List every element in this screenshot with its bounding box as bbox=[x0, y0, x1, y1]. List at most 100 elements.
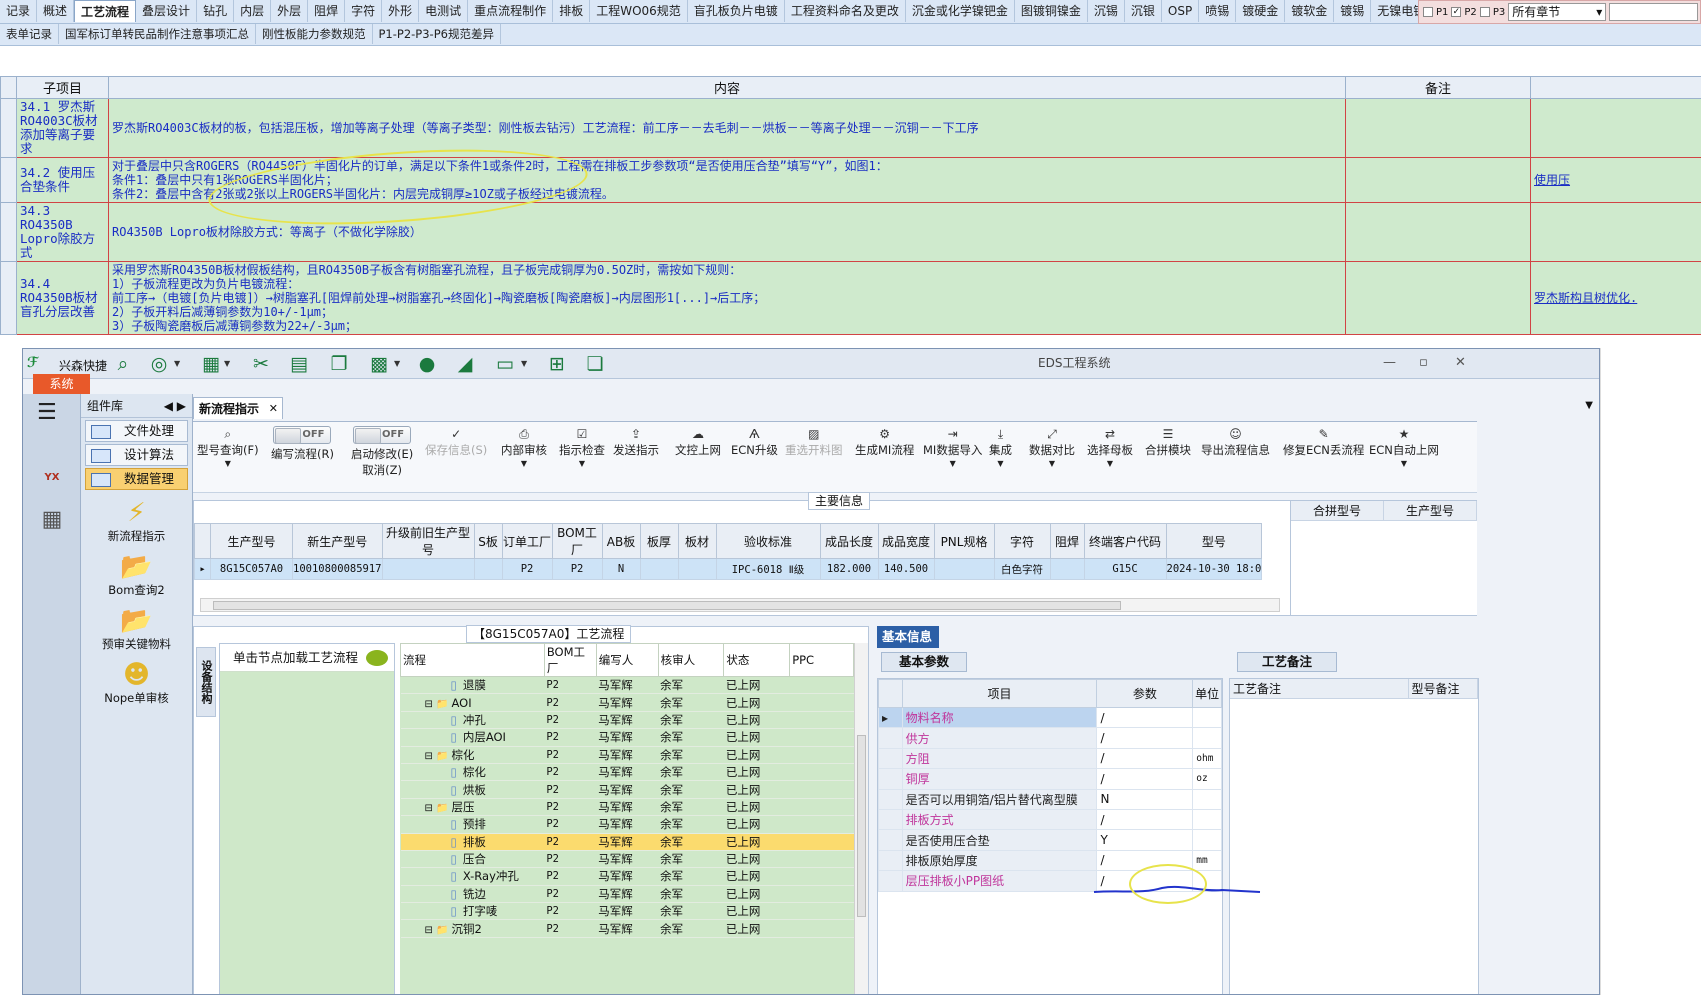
main-grid-col[interactable]: 成品长度 bbox=[819, 523, 879, 559]
grid-icon[interactable]: ▩ bbox=[367, 353, 391, 375]
main-grid-cell[interactable]: 182.000 bbox=[819, 558, 879, 580]
tree-row[interactable]: 冲孔P2马军辉余军已上网 bbox=[400, 711, 854, 730]
top-tab[interactable]: 工程WO06规范 bbox=[590, 0, 688, 22]
top-tab[interactable]: 工程资料命名及更改 bbox=[785, 0, 906, 22]
top-tab[interactable]: 沉锡 bbox=[1088, 0, 1125, 22]
tree-row[interactable]: 内层AOIP2马军辉余军已上网 bbox=[400, 728, 854, 747]
top-tab[interactable]: 概述 bbox=[37, 0, 75, 22]
p2-checkbox[interactable] bbox=[1451, 7, 1462, 17]
main-grid-cell[interactable]: 140.500 bbox=[877, 558, 935, 580]
params-row[interactable]: 方阻 / ohm bbox=[878, 747, 1222, 770]
main-grid-cell[interactable]: 8G15C057A0 bbox=[210, 558, 293, 580]
top-tab[interactable]: 排板 bbox=[553, 0, 591, 22]
chevron-down-icon[interactable]: ▼ bbox=[1087, 458, 1133, 470]
params-row[interactable]: 是否可以用铜箔/铝片替代离型膜 N bbox=[878, 788, 1222, 810]
ribbon-button[interactable]: ⤢ 数据对比 ▼ bbox=[1029, 426, 1075, 470]
main-grid-col[interactable]: BOM工厂 bbox=[551, 523, 603, 559]
spec-extra[interactable] bbox=[1530, 202, 1701, 262]
component-item[interactable]: 📂 预审关键物料 bbox=[81, 606, 192, 652]
main-grid-cell[interactable]: G15C bbox=[1083, 558, 1167, 580]
top-tab[interactable]: 喷锡 bbox=[1199, 0, 1237, 22]
monitor-icon[interactable]: ▭ bbox=[493, 353, 517, 375]
tab-basic-params[interactable]: 基本参数 bbox=[881, 652, 967, 672]
ribbon-button[interactable]: ☺ 导出流程信息 bbox=[1201, 426, 1270, 458]
params-row[interactable]: 供方 / bbox=[878, 727, 1222, 749]
doc-tabs-dropdown-icon[interactable]: ▼ bbox=[1585, 400, 1593, 411]
tree-row[interactable]: 打字唛P2马军辉余军已上网 bbox=[400, 902, 854, 921]
monitor-dropdown-icon[interactable]: ▼ bbox=[521, 359, 527, 368]
tree-row[interactable]: 退膜P2马军辉余军已上网 bbox=[400, 676, 854, 695]
ribbon-button[interactable]: ▨ 重选开料图 bbox=[785, 426, 843, 458]
component-button[interactable]: 数据管理 bbox=[85, 468, 188, 490]
yx-factory-icon[interactable]: YX bbox=[36, 462, 68, 494]
tab-process-notes[interactable]: 工艺备注 bbox=[1237, 652, 1337, 672]
side-tab-structure[interactable]: 设备结构 bbox=[196, 647, 216, 717]
params-row[interactable]: 排板方式 / bbox=[878, 808, 1222, 831]
chapter-select[interactable]: 所有章节 bbox=[1508, 3, 1607, 21]
ribbon-button[interactable]: ☑ 指示检查 ▼ bbox=[559, 426, 605, 470]
minimize-icon[interactable]: — bbox=[1383, 355, 1396, 370]
node-hint[interactable]: 单击节点加载工艺流程 bbox=[220, 644, 394, 672]
chevron-down-icon[interactable]: ▼ bbox=[501, 458, 547, 470]
main-grid-col[interactable]: 生产型号 bbox=[210, 523, 293, 559]
main-grid-col[interactable]: 板厚 bbox=[639, 523, 679, 559]
component-item[interactable]: ☻ Nope单审核 bbox=[81, 660, 192, 706]
spec-extra[interactable]: 使用压 bbox=[1530, 157, 1701, 203]
tree-row[interactable]: 排板P2马军辉余军已上网 bbox=[400, 833, 854, 851]
top-tab[interactable]: OSP bbox=[1162, 0, 1200, 22]
chevron-down-icon[interactable]: ▼ bbox=[989, 458, 1012, 470]
main-grid-col[interactable]: 成品宽度 bbox=[877, 523, 935, 559]
table-icon[interactable]: ▦ bbox=[199, 353, 223, 375]
maximize-icon[interactable]: ▫ bbox=[1419, 355, 1428, 370]
main-grid-cell[interactable]: P2 bbox=[551, 558, 603, 580]
param-value[interactable]: / bbox=[1096, 808, 1194, 831]
component-button[interactable]: 设计算法 bbox=[85, 444, 188, 466]
ribbon-button[interactable]: OFF 编写流程(R) bbox=[271, 426, 334, 462]
grid-dropdown-icon[interactable]: ▼ bbox=[394, 359, 400, 368]
tree-row[interactable]: 棕化P2马军辉余军已上网 bbox=[400, 763, 854, 782]
main-grid-col[interactable]: 终端客户代码 bbox=[1083, 523, 1167, 559]
chevron-down-icon[interactable]: ▼ bbox=[1029, 458, 1075, 470]
top-tab[interactable]: 外形 bbox=[382, 0, 420, 22]
help-ring-icon[interactable]: ◎ bbox=[147, 353, 171, 375]
chevron-down-icon[interactable]: ▼ bbox=[559, 458, 605, 470]
top-tab-2[interactable]: 国军标订单转民品制作注意事项汇总 bbox=[59, 24, 256, 44]
top-tab[interactable]: 阻焊 bbox=[308, 0, 346, 22]
main-grid-cell[interactable]: N bbox=[601, 558, 641, 580]
tree-row[interactable]: X-Ray冲孔P2马军辉余军已上网 bbox=[400, 867, 854, 886]
p3-checkbox[interactable] bbox=[1479, 7, 1490, 17]
top-tab[interactable]: 叠层设计 bbox=[136, 0, 198, 22]
chapter-search-input[interactable] bbox=[1609, 3, 1698, 21]
windows-icon[interactable]: ⊞ bbox=[545, 353, 569, 375]
top-tab[interactable]: 镀锡 bbox=[1334, 0, 1372, 22]
ribbon-button[interactable]: ⇥ MI数据导入 ▼ bbox=[923, 426, 982, 470]
main-grid-cell[interactable]: 白色字符 bbox=[993, 558, 1051, 580]
chevron-down-icon[interactable]: ▼ bbox=[923, 458, 982, 470]
main-grid-col[interactable]: 字符 bbox=[993, 523, 1051, 559]
horizontal-scrollbar[interactable] bbox=[200, 598, 1280, 612]
ribbon-button[interactable]: ⤓ 集成 ▼ bbox=[989, 426, 1012, 470]
main-grid-col[interactable]: 阻焊 bbox=[1049, 523, 1085, 559]
main-grid-cell[interactable]: IPC-6018 Ⅱ级 bbox=[715, 558, 821, 580]
top-tab-2[interactable]: 刚性板能力参数规范 bbox=[256, 24, 373, 44]
ribbon-button[interactable]: ☁ 文控上网 bbox=[675, 426, 721, 458]
tree-row[interactable]: 沉铜2P2马军辉余军已上网 bbox=[400, 919, 854, 938]
ribbon-button[interactable]: ☰ 合拼模块 bbox=[1145, 426, 1191, 458]
ribbon-button[interactable]: ★ ECN自动上网 ▼ bbox=[1369, 426, 1439, 470]
main-grid-col[interactable]: PNL规格 bbox=[933, 523, 995, 559]
copy-icon[interactable]: ❐ bbox=[327, 353, 351, 375]
tree-row[interactable]: 层压P2马军辉余军已上网 bbox=[400, 798, 854, 817]
top-tab[interactable]: 外层 bbox=[271, 0, 309, 22]
ribbon-button[interactable]: ⇪ 发送指示 bbox=[613, 426, 659, 458]
main-grid-cell[interactable]: P2 bbox=[501, 558, 553, 580]
tree-row[interactable]: 压合P2马军辉余军已上网 bbox=[400, 850, 854, 869]
param-value[interactable]: N bbox=[1096, 788, 1194, 810]
top-tab[interactable]: 沉银 bbox=[1125, 0, 1162, 22]
p1-checkbox[interactable] bbox=[1423, 7, 1433, 17]
close-icon[interactable]: ✕ bbox=[1455, 355, 1466, 370]
chevron-down-icon[interactable]: ▼ bbox=[1369, 458, 1439, 470]
film-icon[interactable]: ▤ bbox=[287, 353, 311, 375]
chevron-down-icon[interactable]: ▼ bbox=[197, 458, 259, 470]
param-value[interactable]: / bbox=[1096, 747, 1194, 770]
tree-vertical-scrollbar[interactable] bbox=[854, 643, 868, 994]
